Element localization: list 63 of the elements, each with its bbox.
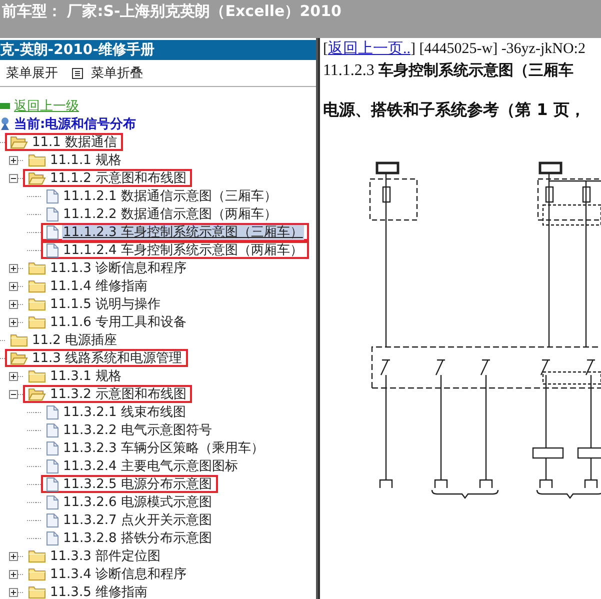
tree-item[interactable]: 11.1 数据通信 xyxy=(31,134,118,150)
tree-item[interactable]: 11.1.4 维修指南 xyxy=(49,278,148,294)
expander-toggle[interactable] xyxy=(9,156,18,164)
tree-item[interactable]: 11.3.2.2 电气示意图符号 xyxy=(62,422,213,438)
expander-toggle[interactable] xyxy=(9,318,18,326)
page-icon xyxy=(46,458,59,474)
tree-item[interactable]: 11.3.2.5 电源分布示意图 xyxy=(62,476,213,492)
page-icon xyxy=(46,224,59,240)
bracket-text: [ xyxy=(323,41,328,57)
tree-item[interactable]: 11.3 线路系统和电源管理 xyxy=(31,350,184,366)
tree-item[interactable]: 11.1.1 规格 xyxy=(49,152,122,168)
tree-item[interactable]: 11.1.3 诊断信息和程序 xyxy=(49,260,188,276)
toolbar-button[interactable]: 菜单展开 xyxy=(6,64,58,82)
page-icon xyxy=(46,494,59,510)
app-header-title: 前车型： 厂家:S-上海别克英朗（Excelle）2010 xyxy=(1,1,342,21)
expander-toggle[interactable] xyxy=(9,300,18,308)
tree-item[interactable]: 11.3.2.3 车辆分区策略（乘用车） xyxy=(62,440,265,456)
section-heading: 电源、搭铁和子系统参考（第 1 页， xyxy=(323,100,586,121)
page-icon xyxy=(46,422,59,438)
tree-item[interactable]: 11.1.2.4 车身控制系统示意图（两厢车） xyxy=(62,242,304,258)
tree-item[interactable]: 11.3.2.8 搭铁分布示意图 xyxy=(62,530,213,546)
tree-item[interactable]: 11.2 电源插座 xyxy=(31,332,118,348)
document-title: 11.1.2.3 车身控制系统示意图（三厢车 xyxy=(323,60,574,81)
tree-item[interactable]: 11.1.2.2 数据通信示意图（两厢车） xyxy=(62,206,278,222)
tree-item[interactable]: 11.1.5 说明与操作 xyxy=(49,296,162,312)
tree-item[interactable]: 11.3.2.7 点火开关示意图 xyxy=(62,512,213,528)
tree-item[interactable]: 11.3.3 部件定位图 xyxy=(49,548,162,564)
manual-title: 克-英朗-2010-维修手册 xyxy=(0,40,316,60)
page-icon xyxy=(46,512,59,528)
page-icon xyxy=(46,206,59,222)
tree-item[interactable]: 11.1.2.1 数据通信示意图（三厢车） xyxy=(62,188,278,204)
tree-item[interactable]: 11.3.2.4 主要电气示意图图标 xyxy=(62,458,239,474)
page-icon xyxy=(46,530,59,546)
tree-item[interactable]: 11.3.4 诊断信息和程序 xyxy=(49,566,188,582)
page-icon xyxy=(46,242,59,258)
page-icon xyxy=(46,476,59,492)
tree-item[interactable]: 11.3.2.6 电源模式示意图 xyxy=(62,494,213,510)
tree-item[interactable]: 11.1.2 示意图和布线图 xyxy=(49,170,188,186)
tree-item[interactable]: 11.1.6 专用工具和设备 xyxy=(49,314,188,330)
page-icon xyxy=(46,440,59,456)
tree-item[interactable]: 11.1.2.3 车身控制系统示意图（三厢车） xyxy=(62,224,304,240)
back-link[interactable]: 返回上一级 xyxy=(14,97,79,115)
tree-item[interactable]: 11.3.5 维修指南 xyxy=(49,584,148,599)
back-link[interactable]: 返回上一页.. xyxy=(328,41,410,57)
page-icon xyxy=(46,404,59,420)
tree-item[interactable]: 11.3.1 规格 xyxy=(49,368,122,384)
page-icon xyxy=(46,188,59,204)
expander-toggle[interactable] xyxy=(9,372,18,380)
expander-toggle[interactable] xyxy=(9,174,18,182)
expander-toggle[interactable] xyxy=(9,282,18,290)
tree-item[interactable]: 11.3.2.1 线束布线图 xyxy=(62,404,187,420)
expander-toggle[interactable] xyxy=(9,570,18,578)
expander-toggle[interactable] xyxy=(9,552,18,560)
back-icon xyxy=(0,103,10,109)
expander-toggle[interactable] xyxy=(9,264,18,272)
document-id: ] [4445025-w] -36yz-jkNO:2 xyxy=(410,41,586,57)
expander-toggle[interactable] xyxy=(9,390,18,398)
toolbar-button[interactable]: 菜单折叠 xyxy=(72,64,143,82)
list-icon xyxy=(72,68,83,78)
expander-toggle[interactable] xyxy=(9,588,18,596)
current-location: 当前:电源和信号分布 xyxy=(14,116,136,133)
location-icon xyxy=(0,117,10,131)
tree-item[interactable]: 11.3.2 示意图和布线图 xyxy=(49,386,188,402)
